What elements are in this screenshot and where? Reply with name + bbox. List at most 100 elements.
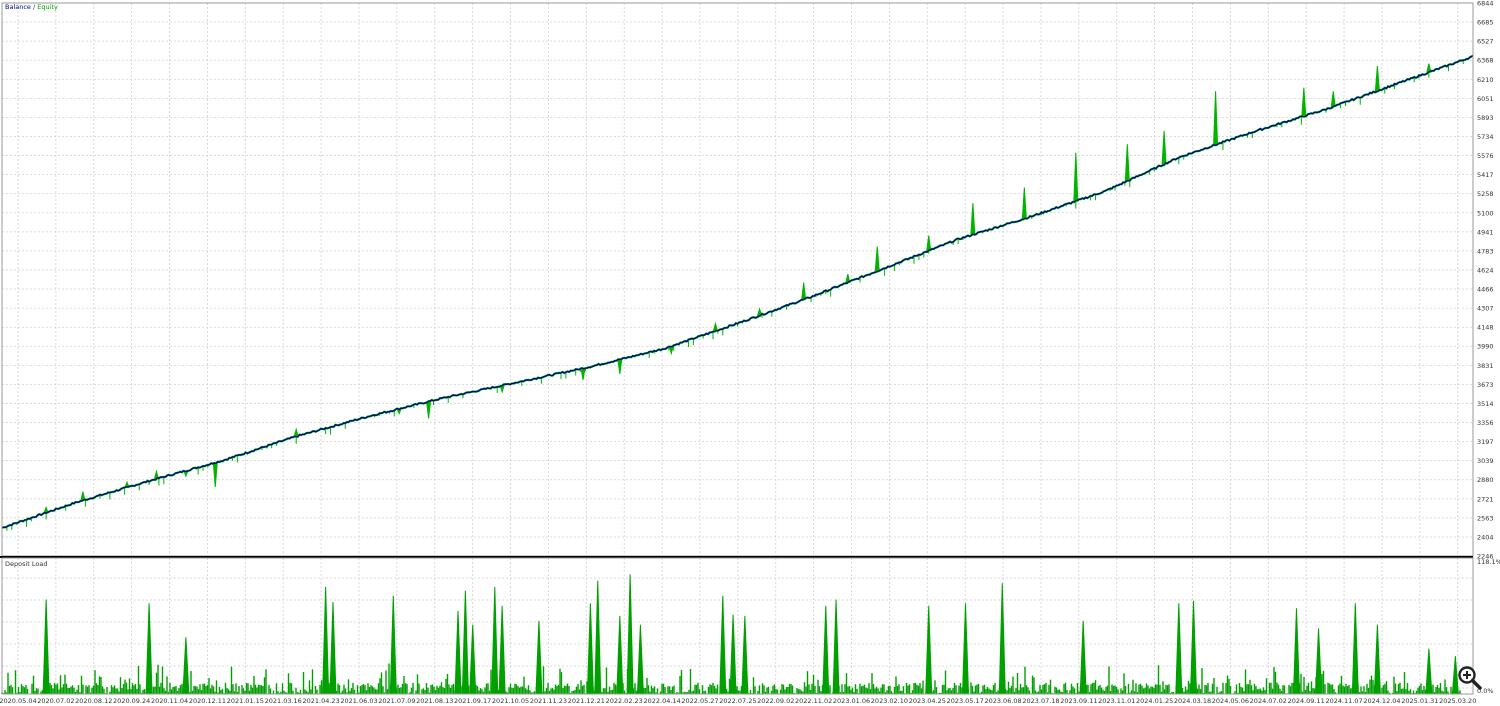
x-tick-label: 2020.12.11 bbox=[189, 697, 226, 705]
x-tick-label: 2023.11.01 bbox=[1098, 697, 1135, 705]
x-tick-label: 2021.09.17 bbox=[454, 697, 491, 705]
x-tick-label: 2025.03.20 bbox=[1439, 697, 1476, 705]
deposit-load-peak bbox=[389, 595, 397, 695]
deposit-load-peak bbox=[42, 599, 50, 695]
equity-drawdown bbox=[212, 462, 218, 488]
deposit-max-label: 118.1% bbox=[1477, 558, 1500, 566]
x-tick-label: 2021.06.03 bbox=[340, 697, 377, 705]
y-tick-label: 3039 bbox=[1477, 457, 1494, 465]
equity-drawdown bbox=[1213, 91, 1219, 146]
x-tick-label: 2021.03.16 bbox=[265, 697, 302, 705]
equity-drawdown bbox=[617, 358, 623, 374]
deposit-load-peak bbox=[1189, 600, 1198, 695]
x-tick-label: 2022.04.14 bbox=[643, 697, 680, 705]
x-axis-tick-labels: 2020.05.04 2020.07.02 2020.08.12 2020.09.24… bbox=[0, 697, 1476, 705]
equity-drawdown bbox=[1124, 144, 1130, 182]
x-tick-label: 2021.10.05 bbox=[492, 697, 529, 705]
legend-equity: Equity bbox=[37, 3, 58, 11]
deposit-load-peak bbox=[491, 586, 499, 695]
deposit-load-peak bbox=[741, 615, 749, 695]
x-tick-label: 2020.07.02 bbox=[37, 697, 74, 705]
x-tick-label: 2023.01.06 bbox=[833, 697, 870, 705]
y-tick-label: 6051 bbox=[1477, 95, 1494, 103]
x-tick-label: 2023.02.10 bbox=[871, 697, 908, 705]
equity-drawdown bbox=[293, 427, 299, 437]
deposit-load-peak bbox=[998, 583, 1006, 695]
y-tick-label: 2880 bbox=[1477, 476, 1494, 484]
y-tick-label: 4148 bbox=[1477, 324, 1494, 332]
y-tick-label: 3197 bbox=[1477, 438, 1494, 446]
x-tick-label: 2020.09.24 bbox=[113, 697, 150, 705]
deposit-load-peak bbox=[1373, 624, 1381, 695]
x-tick-label: 2024.11.07 bbox=[1325, 697, 1362, 705]
x-tick-label: 2022.11.02 bbox=[795, 697, 832, 705]
y-tick-label: 4624 bbox=[1477, 266, 1494, 274]
y-tick-label: 4783 bbox=[1477, 247, 1494, 255]
deposit-load-peak bbox=[461, 590, 469, 695]
deposit-load-peak bbox=[961, 603, 970, 695]
y-tick-label: 3831 bbox=[1477, 362, 1494, 370]
deposit-load-peak bbox=[322, 586, 330, 695]
y-tick-label: 2563 bbox=[1477, 514, 1494, 522]
equity-drawdown bbox=[926, 235, 932, 252]
x-tick-label: 2022.09.02 bbox=[757, 697, 794, 705]
deposit-load-peak bbox=[636, 624, 644, 695]
deposit-load-peak bbox=[586, 603, 594, 695]
x-tick-label: 2024.09.11 bbox=[1288, 697, 1325, 705]
x-tick-label: 2024.01.25 bbox=[1136, 697, 1173, 705]
equity-chart: 2246240425632721288030393197335635143673… bbox=[0, 0, 1500, 705]
main-panel-grid bbox=[2, 3, 1473, 556]
x-tick-label: 2022.05.27 bbox=[681, 697, 718, 705]
y-tick-label: 5734 bbox=[1477, 133, 1494, 141]
deposit-load-peak bbox=[469, 624, 477, 695]
y-tick-label: 5893 bbox=[1477, 114, 1494, 122]
deposit-load-peak bbox=[329, 602, 337, 695]
x-tick-label: 2021.01.15 bbox=[227, 697, 264, 705]
x-tick-label: 2023.04.25 bbox=[909, 697, 946, 705]
x-tick-label: 2023.07.18 bbox=[1022, 697, 1059, 705]
equity-drawdown bbox=[1073, 152, 1079, 202]
x-tick-label: 2023.06.08 bbox=[984, 697, 1021, 705]
x-tick-label: 2021.07.09 bbox=[378, 697, 415, 705]
equity-drawdown bbox=[580, 367, 586, 381]
deposit-load-peak bbox=[822, 605, 830, 695]
magnifier-plus-icon[interactable] bbox=[1456, 664, 1484, 692]
deposit-load-peak bbox=[1425, 648, 1433, 695]
deposit-load-peak bbox=[1079, 620, 1087, 695]
y-tick-label: 6210 bbox=[1477, 76, 1494, 84]
y-axis-tick-labels: 2246240425632721288030393197335635143673… bbox=[1477, 0, 1494, 561]
y-tick-label: 3990 bbox=[1477, 343, 1494, 351]
equity-drawdown bbox=[874, 246, 880, 272]
deposit-panel-grid bbox=[2, 558, 1473, 694]
y-tick-label: 3514 bbox=[1477, 400, 1494, 408]
y-tick-label: 5576 bbox=[1477, 152, 1494, 160]
x-tick-label: 2020.11.04 bbox=[151, 697, 188, 705]
deposit-load-peak bbox=[454, 610, 462, 695]
x-tick-label: 2020.08.12 bbox=[75, 697, 112, 705]
y-tick-label: 6368 bbox=[1477, 57, 1494, 65]
equity-drawdown bbox=[1330, 91, 1336, 108]
deposit-load-peak bbox=[1351, 603, 1359, 695]
x-tick-label: 2021.08.13 bbox=[416, 697, 453, 705]
deposit-load-peak bbox=[1292, 608, 1300, 695]
deposit-load-peak bbox=[832, 599, 840, 695]
deposit-load-peak bbox=[719, 595, 727, 695]
y-tick-label: 3356 bbox=[1477, 419, 1494, 427]
deposit-load-peak bbox=[1315, 628, 1323, 695]
x-tick-label: 2021.11.23 bbox=[530, 697, 567, 705]
y-tick-label: 4466 bbox=[1477, 286, 1494, 294]
deposit-load-peak bbox=[498, 605, 506, 695]
equity-drawdown bbox=[801, 282, 807, 301]
equity-drawdown bbox=[1374, 65, 1380, 92]
equity-drawdown bbox=[712, 321, 719, 332]
deposit-load-peak bbox=[626, 574, 634, 695]
y-tick-label: 5417 bbox=[1477, 171, 1494, 179]
x-tick-label: 2021.04.23 bbox=[302, 697, 339, 705]
x-tick-label: 2021.12.21 bbox=[568, 697, 605, 705]
chart-legend: Balance / Equity bbox=[5, 3, 58, 11]
x-tick-label: 2025.01.31 bbox=[1401, 697, 1438, 705]
x-tick-label: 2024.07.02 bbox=[1250, 697, 1287, 705]
y-tick-label: 5100 bbox=[1477, 209, 1494, 217]
y-tick-label: 3673 bbox=[1477, 381, 1494, 389]
x-tick-label: 2023.05.17 bbox=[947, 697, 984, 705]
